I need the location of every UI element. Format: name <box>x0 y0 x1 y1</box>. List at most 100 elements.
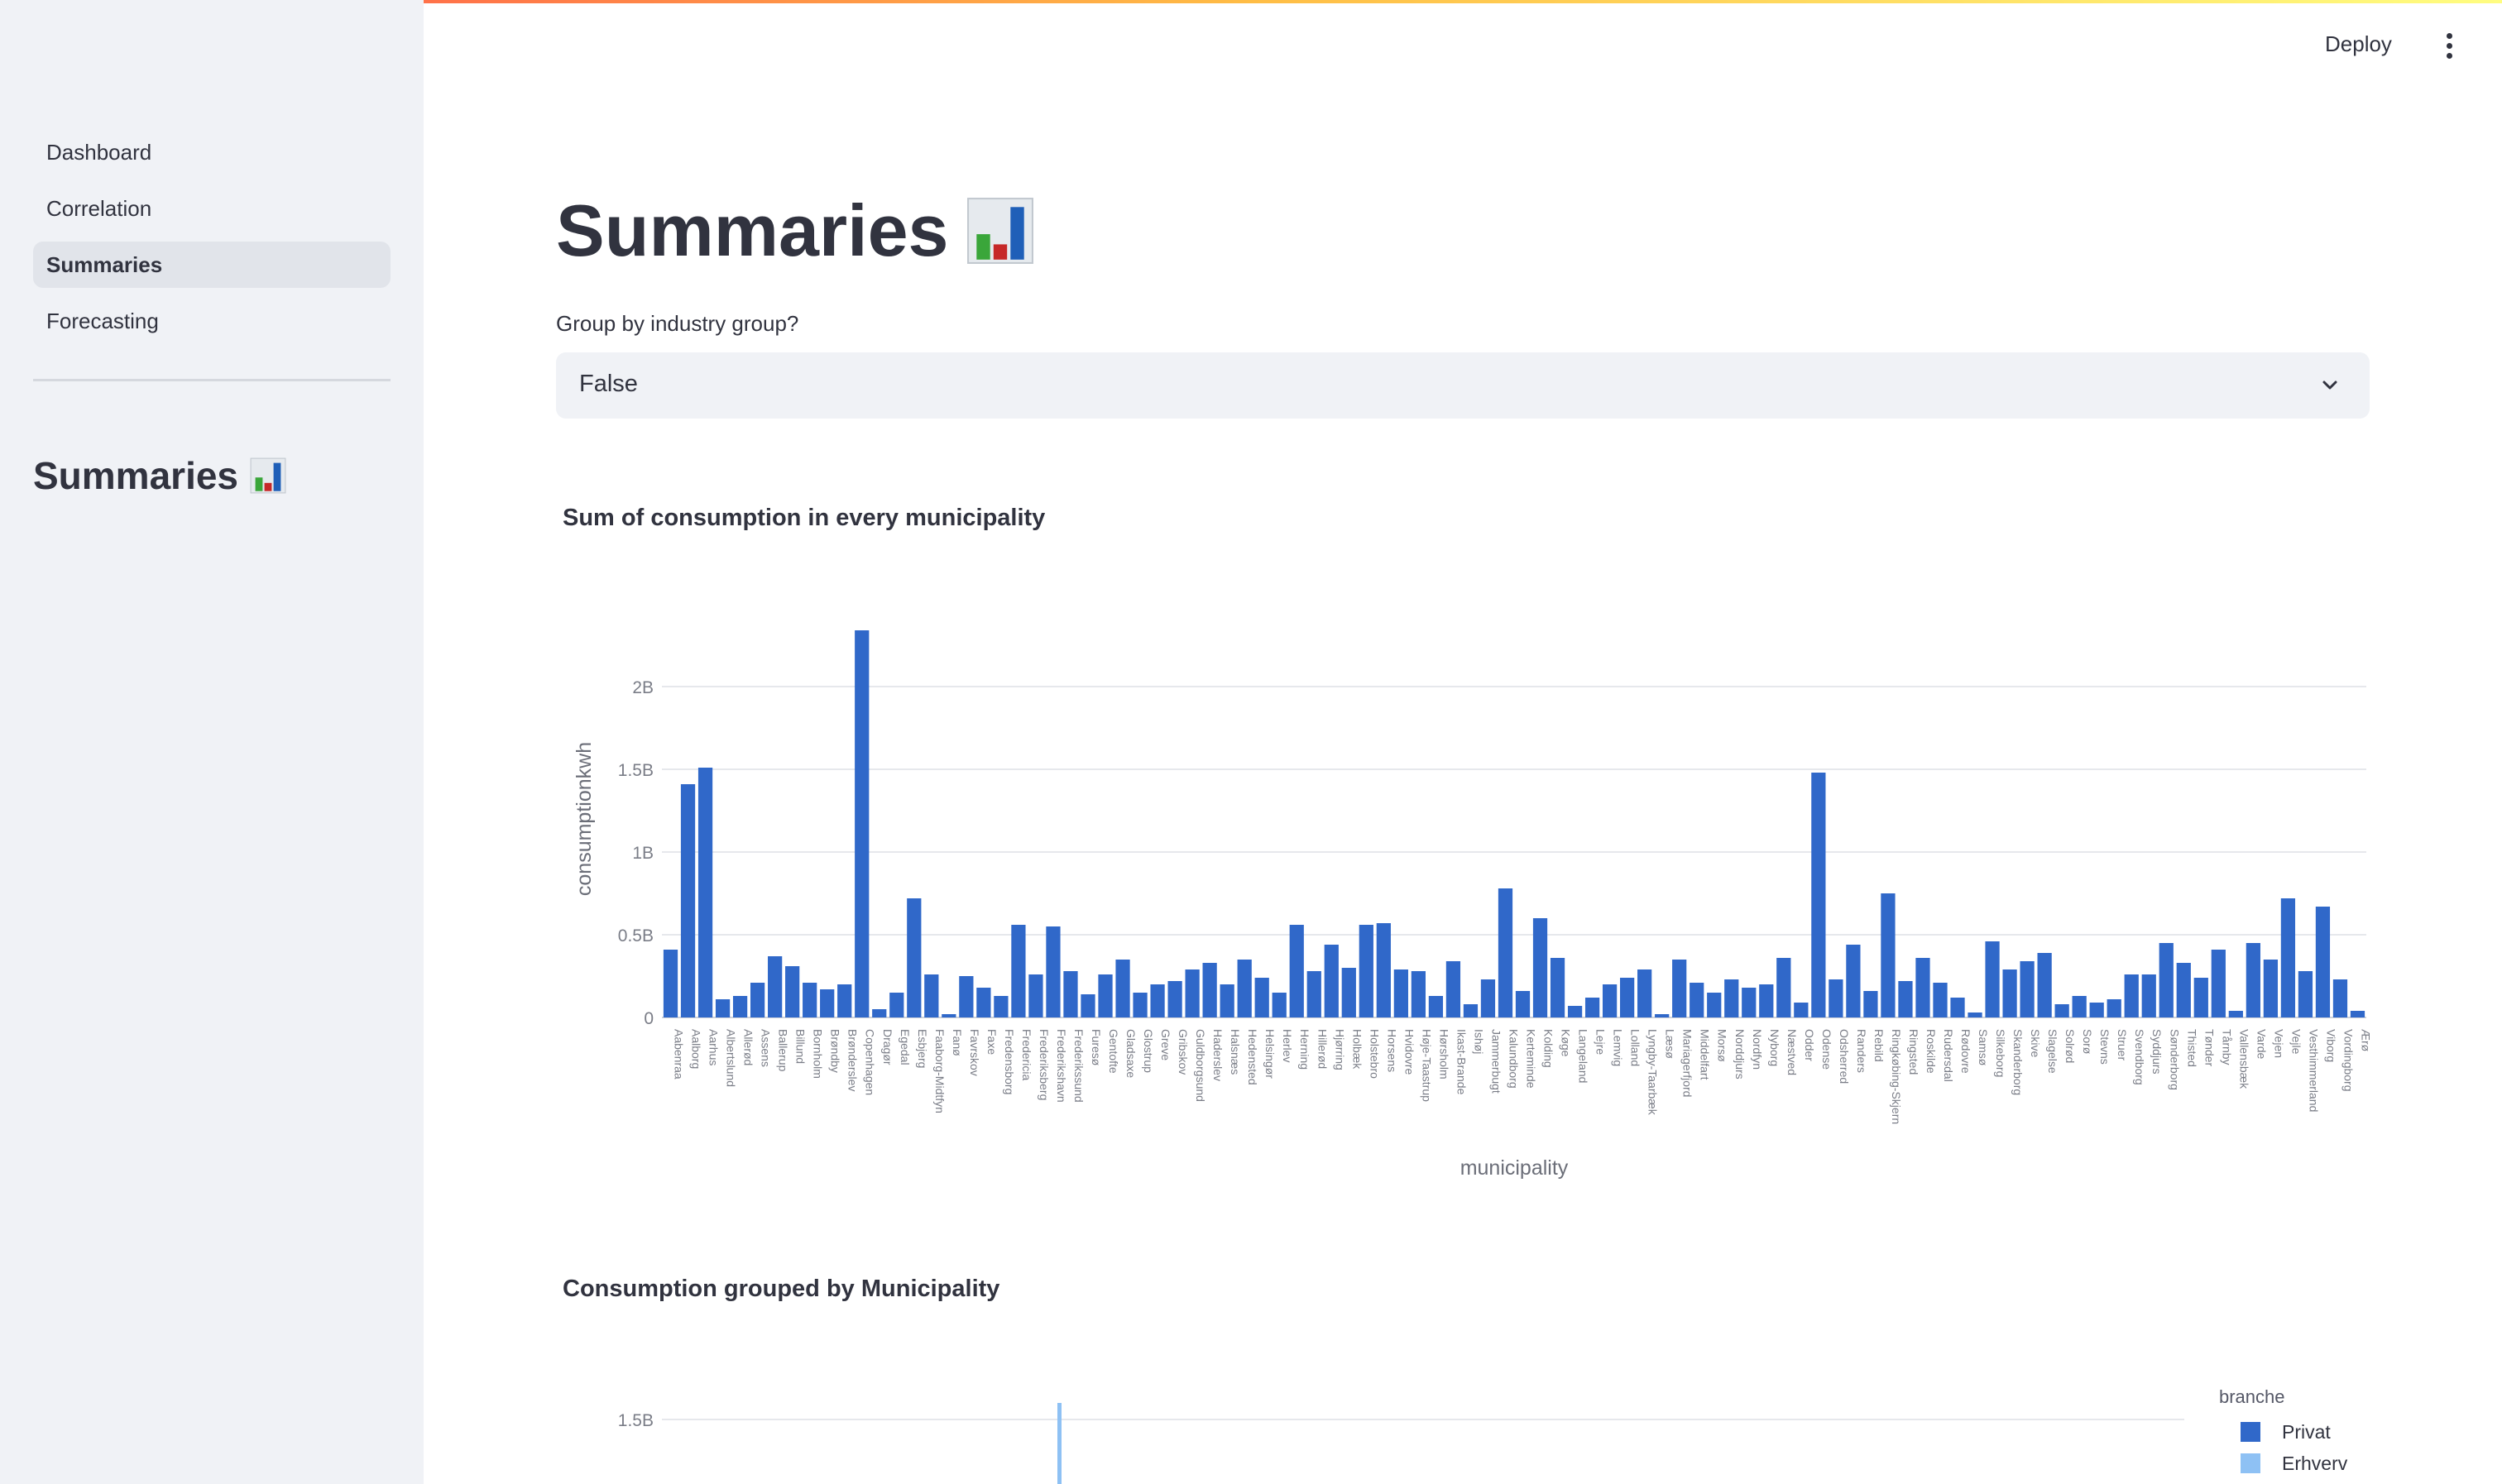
bar[interactable] <box>2141 974 2156 1017</box>
bar[interactable] <box>2350 1011 2365 1017</box>
bar[interactable] <box>1272 993 1287 1017</box>
bar[interactable] <box>1655 1014 1670 1017</box>
bar[interactable] <box>1341 968 1356 1017</box>
bar[interactable] <box>2228 1011 2243 1017</box>
bar[interactable] <box>768 956 783 1017</box>
bar[interactable] <box>2176 963 2191 1017</box>
bar[interactable] <box>1098 974 1113 1017</box>
bar[interactable] <box>837 984 852 1017</box>
bar[interactable] <box>1411 971 1426 1017</box>
bar[interactable] <box>976 988 991 1017</box>
bar[interactable] <box>1376 923 1391 1017</box>
bar[interactable] <box>924 974 939 1017</box>
bar[interactable] <box>1915 958 1930 1017</box>
bar[interactable] <box>1324 945 1339 1017</box>
bar[interactable] <box>1133 993 1148 1017</box>
bar[interactable] <box>680 784 696 1017</box>
bar[interactable] <box>2072 996 2087 1017</box>
bar[interactable] <box>1220 984 1234 1017</box>
bar[interactable] <box>1359 925 1373 1017</box>
bar[interactable] <box>959 976 974 1017</box>
bar[interactable] <box>2089 1003 2104 1017</box>
bar[interactable] <box>1672 960 1687 1017</box>
sidebar-item-dashboard[interactable]: Dashboard <box>33 129 391 175</box>
bar[interactable] <box>1046 926 1061 1017</box>
bar[interactable] <box>1150 984 1165 1017</box>
sidebar-item-summaries[interactable]: Summaries <box>33 242 391 288</box>
bar[interactable] <box>1011 925 1026 1017</box>
bar[interactable] <box>1690 983 1704 1017</box>
bar[interactable] <box>855 630 870 1017</box>
bar[interactable] <box>1393 969 1408 1017</box>
bar[interactable] <box>872 1009 887 1017</box>
sidebar-item-correlation[interactable]: Correlation <box>33 185 391 232</box>
bar[interactable] <box>1898 981 1913 1017</box>
bar[interactable] <box>663 950 678 1017</box>
bar[interactable] <box>1289 925 1304 1017</box>
bar[interactable] <box>994 996 1009 1017</box>
legend-item-erhverv[interactable]: Erhverv <box>2219 1448 2347 1479</box>
bar[interactable] <box>1237 960 1252 1017</box>
deploy-button[interactable]: Deploy <box>2325 31 2392 57</box>
bar[interactable] <box>1863 991 1878 1017</box>
kebab-menu-icon[interactable] <box>2441 33 2457 63</box>
bar[interactable] <box>1202 963 1217 1017</box>
bar[interactable] <box>1254 978 1269 1017</box>
legend-item-privat[interactable]: Privat <box>2219 1416 2347 1448</box>
bar[interactable] <box>1584 998 1600 1017</box>
bar[interactable] <box>1950 998 1965 1017</box>
bar[interactable] <box>2211 950 2226 1017</box>
bar[interactable] <box>1933 983 1948 1017</box>
bar[interactable] <box>2054 1004 2069 1017</box>
bar[interactable] <box>1742 988 1757 1017</box>
bar[interactable] <box>942 1014 956 1017</box>
bar[interactable] <box>1028 974 1043 1017</box>
bar[interactable] <box>1515 991 1531 1017</box>
bar[interactable] <box>1185 969 1200 1017</box>
group-select[interactable]: False <box>556 352 2370 419</box>
bar[interactable] <box>1428 996 1444 1017</box>
bar[interactable] <box>2159 943 2174 1017</box>
bar[interactable] <box>2298 971 2313 1017</box>
bar[interactable] <box>1602 984 1618 1017</box>
bar[interactable] <box>2124 974 2139 1017</box>
bar[interactable] <box>1985 941 2000 1017</box>
bar[interactable] <box>1707 993 1722 1017</box>
bar[interactable] <box>1776 958 1791 1017</box>
bar[interactable] <box>1829 979 1843 1017</box>
bar[interactable] <box>1498 888 1513 1017</box>
bar[interactable] <box>2263 960 2279 1017</box>
bar[interactable] <box>1115 960 1130 1017</box>
bar[interactable] <box>732 996 748 1017</box>
bar[interactable] <box>785 966 800 1017</box>
bar[interactable] <box>1620 978 1635 1017</box>
bar[interactable] <box>715 999 731 1017</box>
bar[interactable] <box>1306 971 1321 1017</box>
bar[interactable] <box>2280 898 2296 1017</box>
bar[interactable] <box>1063 971 1078 1017</box>
bar[interactable] <box>1057 1403 1062 1484</box>
bar[interactable] <box>889 993 904 1017</box>
bar[interactable] <box>1846 945 1861 1017</box>
bar[interactable] <box>750 983 765 1017</box>
bar[interactable] <box>2002 969 2017 1017</box>
bar[interactable] <box>820 989 835 1017</box>
bar[interactable] <box>1445 961 1461 1017</box>
bar[interactable] <box>1968 1012 1982 1017</box>
bar[interactable] <box>2315 907 2331 1017</box>
bar[interactable] <box>2107 999 2121 1017</box>
bar[interactable] <box>907 898 922 1017</box>
bar[interactable] <box>697 768 713 1017</box>
bar[interactable] <box>1567 1006 1583 1017</box>
bar[interactable] <box>1532 918 1548 1017</box>
bar[interactable] <box>1724 979 1739 1017</box>
bar[interactable] <box>2037 953 2052 1017</box>
bar[interactable] <box>803 983 817 1017</box>
bar[interactable] <box>1637 969 1652 1017</box>
bar[interactable] <box>1167 981 1182 1017</box>
bar[interactable] <box>1794 1003 1809 1017</box>
bar[interactable] <box>1759 984 1774 1017</box>
bar[interactable] <box>1811 773 1826 1017</box>
bar[interactable] <box>1881 893 1896 1017</box>
bar[interactable] <box>1480 979 1496 1017</box>
